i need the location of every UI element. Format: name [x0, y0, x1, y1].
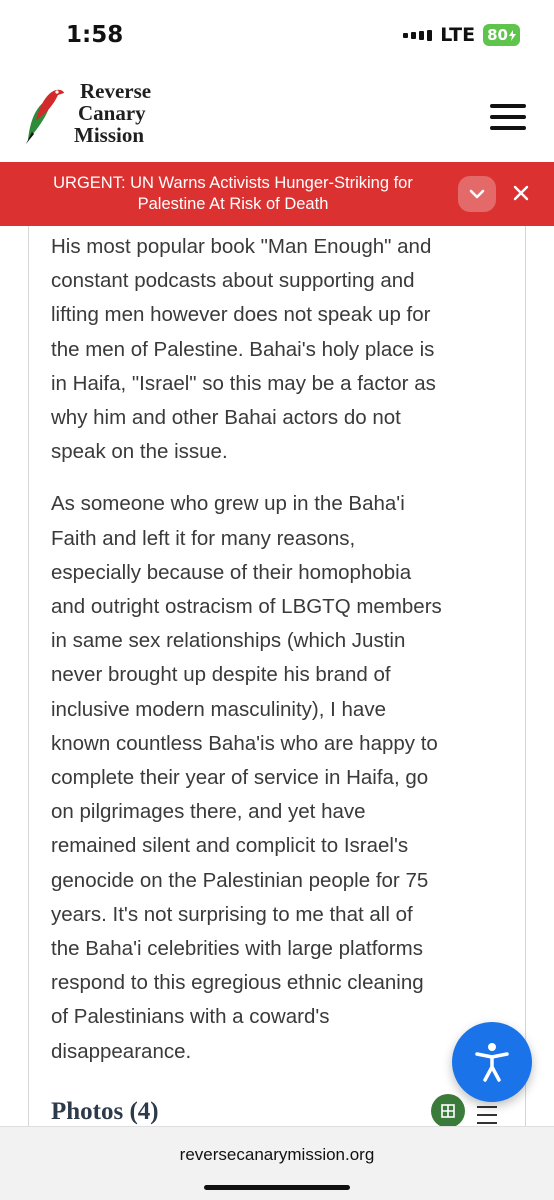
text-line: never brought up despite his brand of	[51, 663, 391, 687]
status-bar: 1:58 LTE 80	[0, 0, 554, 72]
status-time: 1:58	[66, 22, 124, 48]
text-line: remained silent and complicit to Israel'…	[51, 834, 409, 858]
urgent-headline-line-2: Palestine At Risk of Death	[137, 195, 329, 213]
text-line: especially because of their homophobia	[51, 560, 412, 584]
text-line: the men of Palestine. Bahai's holy place…	[51, 337, 435, 361]
url-text[interactable]: reversecanarymission.org	[0, 1145, 554, 1165]
text-line: and outright ostracism of LBGTQ members	[51, 595, 442, 619]
text-line: As someone who grew up in the Baha'i	[51, 492, 405, 516]
hamburger-menu-icon[interactable]	[490, 104, 526, 130]
text-line: why him and other Bahai actors do not	[51, 406, 401, 430]
text-line: disappearance.	[51, 1039, 192, 1063]
site-header: Reverse Canary Mission	[0, 72, 554, 162]
network-label: LTE	[440, 24, 476, 46]
text-line: years. It's not surprising to me that al…	[51, 902, 413, 926]
list-view-icon[interactable]	[477, 1106, 497, 1124]
text-line: genocide on the Palestinian people for 7…	[51, 868, 429, 892]
text-line: inclusive modern masculinity), I have	[51, 697, 386, 721]
article-paragraph-1: His most popular book "Man Enough" and c…	[51, 230, 521, 469]
accessibility-icon[interactable]	[452, 1022, 532, 1102]
text-line: known countless Baha'is who are happy to	[51, 731, 438, 755]
text-line: His most popular book "Man Enough" and	[51, 235, 432, 258]
canary-bird-logo-icon	[26, 89, 64, 144]
close-icon[interactable]	[510, 182, 532, 204]
text-line: complete their year of service in Haifa,…	[51, 766, 429, 790]
article-paragraph-2: As someone who grew up in the Baha'i Fai…	[51, 487, 521, 1068]
urgent-headline-line-1: URGENT: UN Warns Activists Hunger-Striki…	[53, 174, 413, 192]
logo-line-2: Canary	[78, 101, 146, 125]
grid-view-icon[interactable]	[431, 1094, 465, 1128]
logo-line-3: Mission	[74, 123, 145, 147]
battery-icon: 80	[483, 24, 520, 46]
text-line: in same sex relationships (which Justin	[51, 629, 406, 653]
text-line: speak on the issue.	[51, 440, 228, 464]
logo-line-1: Reverse	[80, 79, 152, 103]
site-logo[interactable]: Reverse Canary Mission	[22, 80, 151, 146]
battery-level: 80	[487, 26, 508, 44]
signal-icon	[403, 29, 433, 41]
text-line: the Baha'i celebrities with large platfo…	[51, 937, 423, 961]
comment-card: His most popular book "Man Enough" and c…	[28, 226, 526, 1128]
photos-heading: Photos (4)	[51, 1098, 159, 1125]
chevron-down-icon[interactable]	[458, 176, 496, 212]
text-line: in Haifa, "Israel" so this may be a fact…	[51, 371, 436, 395]
article-body: His most popular book "Man Enough" and c…	[51, 230, 521, 1087]
urgent-headline[interactable]: URGENT: UN Warns Activists Hunger-Striki…	[14, 173, 452, 215]
home-indicator	[204, 1185, 350, 1190]
text-line: of Palestinians with a coward's	[51, 1005, 330, 1029]
browser-address-bar[interactable]: reversecanarymission.org	[0, 1126, 554, 1200]
status-indicators: LTE 80	[403, 24, 520, 46]
text-line: constant podcasts about supporting and	[51, 269, 415, 293]
logo-wordmark: Reverse Canary Mission	[70, 80, 151, 146]
text-line: Faith and left it for many reasons,	[51, 526, 356, 550]
text-line: lifting men however does not speak up fo…	[51, 303, 431, 327]
text-line: respond to this egregious ethnic cleanin…	[51, 971, 424, 995]
text-line: on pilgrimages there, and yet have	[51, 800, 366, 824]
urgent-news-banner[interactable]: URGENT: UN Warns Activists Hunger-Striki…	[0, 162, 554, 226]
